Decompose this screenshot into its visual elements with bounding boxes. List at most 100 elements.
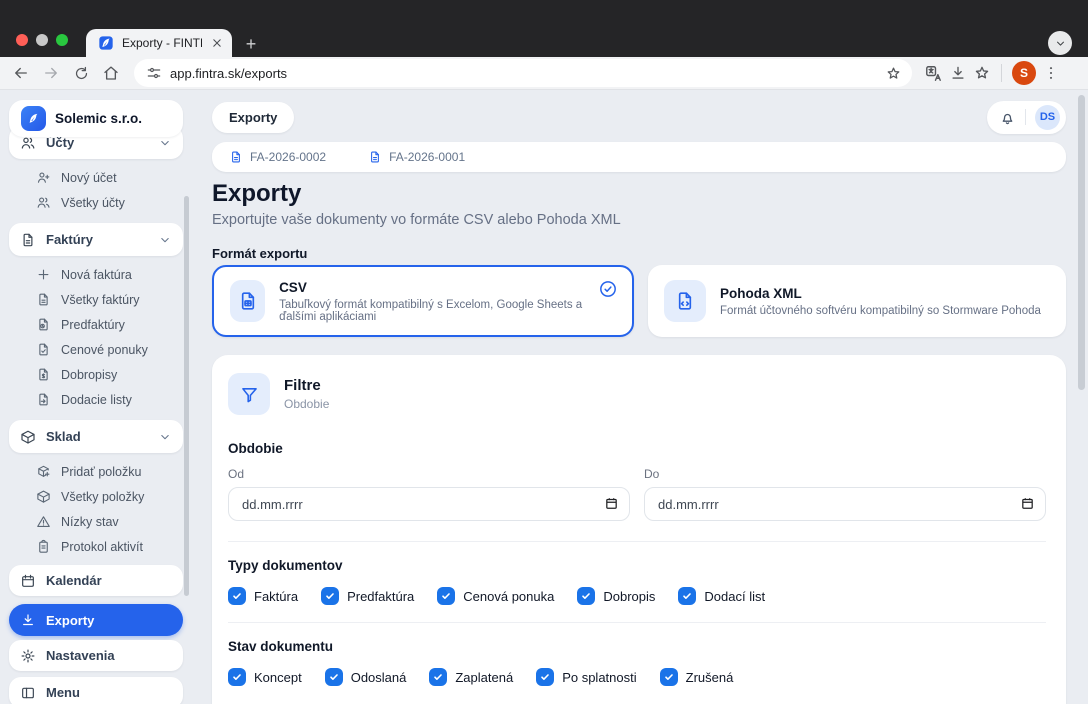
date-from-input[interactable] — [228, 487, 630, 521]
date-to-input[interactable] — [644, 487, 1046, 521]
translate-icon[interactable] — [924, 64, 943, 83]
date-to-label: Do — [644, 467, 1046, 481]
clipboard-icon — [36, 539, 51, 554]
back-button[interactable] — [6, 59, 36, 87]
sidebar-item-label: Protokol aktivít — [61, 540, 143, 554]
sidebar-item-vsetky-ucty[interactable]: Všetky účty — [9, 190, 183, 215]
checkbox-dodaci-list[interactable]: Dodací list — [678, 587, 765, 605]
minimize-window-button[interactable] — [36, 34, 48, 46]
page-scrollbar[interactable] — [1078, 95, 1085, 390]
sidebar-item-cenove-ponuky[interactable]: Cenové ponuky — [9, 337, 183, 362]
maximize-window-button[interactable] — [56, 34, 68, 46]
sidebar-item-nova-faktura[interactable]: Nová faktúra — [9, 262, 183, 287]
sidebar-item-sklad[interactable]: Sklad — [9, 420, 183, 453]
checkbox-cenova-ponuka[interactable]: Cenová ponuka — [437, 587, 554, 605]
checkbox-zaplatena[interactable]: Zaplatená — [429, 668, 513, 686]
format-description: Tabuľkový formát kompatibilný s Excelom,… — [279, 299, 616, 323]
gear-icon — [20, 648, 36, 664]
box-icon — [36, 489, 51, 504]
sidebar-item-dodacie-listy[interactable]: Dodacie listy — [9, 387, 183, 412]
sidebar-item-menu[interactable]: Menu — [9, 677, 183, 704]
checkbox-label: Cenová ponuka — [463, 589, 554, 604]
browser-tab[interactable]: Exporty - FINTRA — [86, 29, 232, 57]
reload-button[interactable] — [66, 59, 96, 87]
toolbar-actions: S — [924, 61, 1060, 85]
checkbox-po-splatnosti[interactable]: Po splatnosti — [536, 668, 636, 686]
status-label: Stav dokumentu — [228, 639, 1046, 654]
checkbox-odoslana[interactable]: Odoslaná — [325, 668, 407, 686]
tab-search-button[interactable] — [1048, 31, 1072, 55]
csv-file-icon — [230, 280, 265, 322]
recent-doc-chip[interactable]: FA-2026-0002 — [229, 150, 326, 164]
calendar-picker-icon[interactable] — [604, 496, 619, 511]
sidebar-item-label: Dobropisy — [61, 368, 117, 382]
sidebar-item-vsetky-faktury[interactable]: Všetky faktúry — [9, 287, 183, 312]
sidebar-item-novy-ucet[interactable]: Nový účet — [9, 165, 183, 190]
filter-funnel-icon — [228, 373, 270, 415]
sidebar-item-nastavenia[interactable]: Nastavenia — [9, 640, 183, 671]
browser-profile-avatar[interactable]: S — [1012, 61, 1036, 85]
document-icon — [229, 150, 243, 164]
checkbox-faktura[interactable]: Faktúra — [228, 587, 298, 605]
sidebar-item-kalendar[interactable]: Kalendár — [9, 565, 183, 596]
checkbox-dobropis[interactable]: Dobropis — [577, 587, 655, 605]
checkbox-koncept[interactable]: Koncept — [228, 668, 302, 686]
panel-left-icon — [20, 685, 36, 701]
checkbox-checked-icon — [577, 587, 595, 605]
chevron-down-icon — [158, 430, 172, 444]
plus-icon — [36, 267, 51, 282]
forward-button[interactable] — [36, 59, 66, 87]
address-bar[interactable]: app.fintra.sk/exports — [134, 59, 912, 87]
browser-menu-icon[interactable] — [1042, 64, 1060, 82]
sidebar-item-label: Všetky faktúry — [61, 293, 140, 307]
app-page: Solemic s.r.o. Účty Nový účet Všetky účt… — [0, 91, 1088, 704]
sidebar-item-exporty[interactable]: Exporty — [9, 604, 183, 636]
tab-close-icon[interactable] — [210, 36, 224, 50]
box-icon — [20, 429, 36, 445]
checkbox-checked-icon — [437, 587, 455, 605]
checkbox-zrusena[interactable]: Zrušená — [660, 668, 734, 686]
file-icon — [20, 232, 36, 248]
format-card-csv[interactable]: CSV Tabuľkový formát kompatibilný s Exce… — [212, 265, 634, 337]
page-chip[interactable]: Exporty — [212, 102, 294, 133]
sidebar-item-protokol-aktivit[interactable]: Protokol aktivít — [9, 534, 183, 559]
sidebar-item-faktury[interactable]: Faktúry — [9, 223, 183, 256]
sidebar-scrollbar[interactable] — [184, 196, 189, 596]
company-name: Solemic s.r.o. — [55, 111, 142, 126]
recent-doc-chip[interactable]: FA-2026-0001 — [368, 150, 465, 164]
sidebar-item-dobropisy[interactable]: Dobropisy — [9, 362, 183, 387]
main-content: Exporty DS FA-2026-0002 FA-2026-0001 Exp… — [200, 91, 1088, 704]
sidebar-item-label: Sklad — [46, 429, 148, 444]
file-dollar-icon — [36, 367, 51, 382]
format-card-pohoda-xml[interactable]: Pohoda XML Formát účtovného softvéru kom… — [648, 265, 1066, 337]
doc-types-label: Typy dokumentov — [228, 558, 1046, 573]
sidebar-item-pridat-polozku[interactable]: Pridať položku — [9, 459, 183, 484]
company-card[interactable]: Solemic s.r.o. — [9, 100, 183, 137]
bell-icon[interactable] — [999, 109, 1016, 126]
checkbox-label: Po splatnosti — [562, 670, 636, 685]
file-icon — [36, 292, 51, 307]
filters-card: Filtre Obdobie Obdobie Od Do — [212, 355, 1066, 704]
sidebar-item-nizky-stav[interactable]: Nízky stav — [9, 509, 183, 534]
close-window-button[interactable] — [16, 34, 28, 46]
checkbox-predfaktura[interactable]: Predfaktúra — [321, 587, 414, 605]
file-clock-icon — [36, 317, 51, 332]
extension-star-icon[interactable] — [973, 64, 991, 82]
bookmark-star-icon[interactable] — [885, 65, 902, 82]
date-from-label: Od — [228, 467, 630, 481]
sidebar-item-vsetky-polozky[interactable]: Všetky položky — [9, 484, 183, 509]
downloads-icon[interactable] — [949, 64, 967, 82]
sidebar-item-label: Účty — [46, 135, 148, 150]
checkbox-checked-icon — [228, 587, 246, 605]
checkbox-checked-icon — [429, 668, 447, 686]
browser-toolbar: app.fintra.sk/exports S — [0, 57, 1088, 90]
new-tab-button[interactable]: + — [240, 33, 262, 55]
site-settings-icon[interactable] — [146, 65, 162, 81]
sidebar-item-predfaktury[interactable]: Predfaktúry — [9, 312, 183, 337]
home-button[interactable] — [96, 59, 126, 87]
user-avatar[interactable]: DS — [1035, 105, 1060, 130]
sidebar-item-label: Dodacie listy — [61, 393, 132, 407]
calendar-picker-icon[interactable] — [1020, 496, 1035, 511]
page-title: Exporty — [212, 180, 301, 208]
url-text: app.fintra.sk/exports — [170, 66, 877, 81]
